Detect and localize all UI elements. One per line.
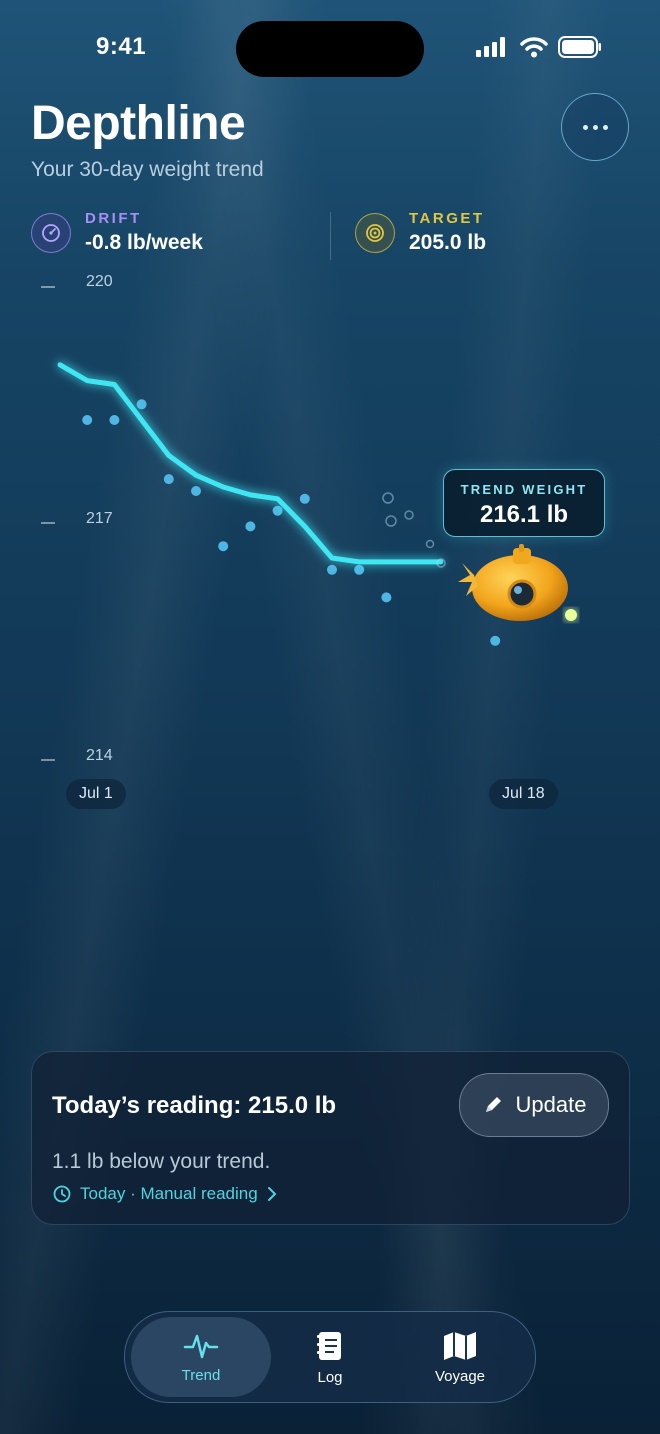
tab-label: Trend xyxy=(181,1366,221,1384)
trend-line xyxy=(57,362,444,565)
trend-weight-value: 216.1 lb xyxy=(479,501,569,528)
todays-reading-card: Today’s reading: 215.0 lb 1.1 lb below y… xyxy=(31,1051,630,1225)
tab-label: Voyage xyxy=(434,1367,486,1385)
reading-point xyxy=(136,399,147,410)
reading-point xyxy=(272,505,283,516)
reading-point xyxy=(245,521,256,532)
reading-point xyxy=(354,564,365,575)
chevron-right-icon xyxy=(267,1187,277,1201)
reading-point xyxy=(82,415,93,425)
reading-meta-text: Today · Manual reading xyxy=(80,1184,258,1203)
trend-weight-badge: TREND WEIGHT 216.1 lb xyxy=(443,469,605,537)
reading-difference: 1.1 lb below your trend. xyxy=(52,1150,271,1173)
notebook-icon xyxy=(317,1331,341,1360)
tab-bar: Trend Log Voyage xyxy=(124,1311,536,1403)
todays-reading-title: Today’s reading: 215.0 lb xyxy=(52,1092,337,1119)
reading-point xyxy=(109,415,120,425)
reading-point xyxy=(218,541,229,552)
submarine-icon xyxy=(458,544,577,621)
tab-log[interactable]: Log xyxy=(275,1317,385,1397)
reading-point xyxy=(490,635,501,646)
reading-point xyxy=(299,493,310,504)
bubbles-decoration xyxy=(382,492,446,568)
clock-history-icon xyxy=(53,1185,71,1203)
trend-weight-label: TREND WEIGHT xyxy=(460,482,588,497)
reading-point xyxy=(163,474,174,485)
reading-details-link[interactable]: Today · Manual reading xyxy=(52,1184,278,1204)
tab-label: Log xyxy=(317,1368,343,1386)
pencil-icon xyxy=(485,1097,501,1112)
pulse-icon xyxy=(183,1334,219,1358)
reading-point xyxy=(191,486,201,496)
reading-point xyxy=(327,564,337,575)
tab-voyage[interactable]: Voyage xyxy=(395,1317,525,1397)
tab-trend[interactable]: Trend xyxy=(131,1317,271,1397)
update-button[interactable]: Update xyxy=(459,1073,609,1137)
trend-chart xyxy=(57,362,577,646)
reading-point xyxy=(381,592,392,603)
map-icon xyxy=(444,1331,476,1360)
update-label: Update xyxy=(515,1092,587,1117)
